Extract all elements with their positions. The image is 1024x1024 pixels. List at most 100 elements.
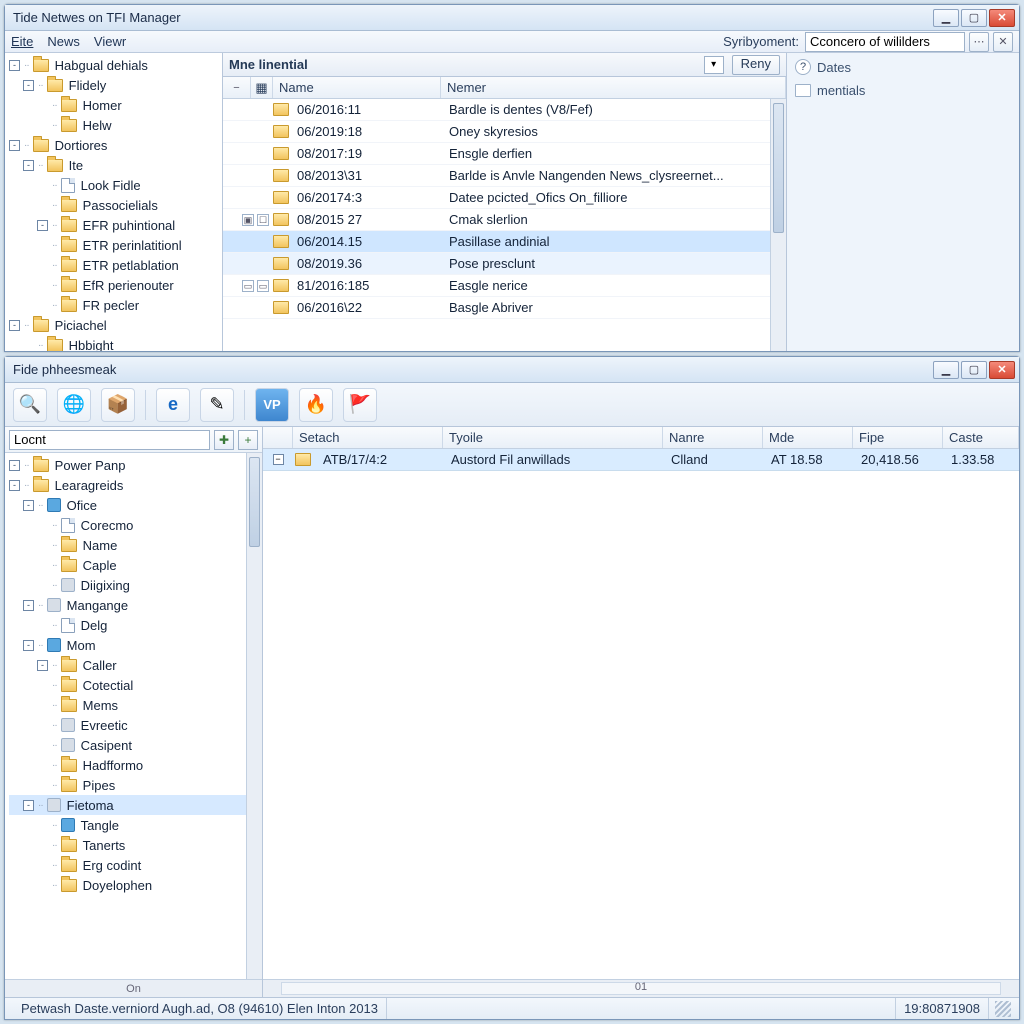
row-marker-icon[interactable]: ▭: [242, 280, 254, 292]
row-marker-icon[interactable]: ☐: [257, 214, 269, 226]
bottom-titlebar[interactable]: Fide phheesmeak ▁ ▢ ✕: [5, 357, 1019, 383]
tree-node[interactable]: ··Hadfformo: [9, 755, 262, 775]
fire-icon[interactable]: 🔥: [299, 388, 333, 422]
top-tree[interactable]: -··Habgual dehials-··Flidely··Homer··Hel…: [5, 53, 223, 351]
tree-node[interactable]: ··Helw: [9, 115, 222, 135]
minimize-button[interactable]: ▁: [933, 361, 959, 379]
tree-expand-toggle[interactable]: -: [9, 320, 20, 331]
tree-expand-toggle[interactable]: -: [23, 500, 34, 511]
tree-expand-toggle[interactable]: -: [23, 800, 34, 811]
search-icon[interactable]: 🔍: [13, 388, 47, 422]
bottom-right-hscroll[interactable]: 01: [263, 979, 1019, 997]
tree-node[interactable]: ··Cotectial: [9, 675, 262, 695]
tree-expand-toggle[interactable]: -: [23, 640, 34, 651]
tree-node[interactable]: -··Dortiores: [9, 135, 222, 155]
tree-node[interactable]: -··Learagreids: [9, 475, 262, 495]
tree-node[interactable]: ··Pipes: [9, 775, 262, 795]
bottom-tree[interactable]: -··Power Panp-··Learagreids-··Ofice··Cor…: [5, 453, 262, 979]
top-list-scrollbar[interactable]: [770, 99, 786, 351]
col-fipe[interactable]: Fipe: [853, 427, 943, 448]
bottom-tree-scrollbar[interactable]: [246, 453, 262, 979]
tree-expand-button[interactable]: +: [238, 430, 258, 450]
col-setach[interactable]: Setach: [293, 427, 443, 448]
globe-icon[interactable]: 🌐: [57, 388, 91, 422]
col-caste[interactable]: Caste: [943, 427, 1019, 448]
col-nanre[interactable]: Nanre: [663, 427, 763, 448]
icon-column-header[interactable]: ▦: [251, 77, 273, 98]
tree-node[interactable]: -··Ofice: [9, 495, 262, 515]
bottom-rows[interactable]: − ATB/17/4:2 Austord Fil anwillads Cllan…: [263, 449, 1019, 979]
tree-node[interactable]: ··Caple: [9, 555, 262, 575]
col-mde[interactable]: Mde: [763, 427, 853, 448]
table-row[interactable]: 08/2017:19Ensgle derfien: [223, 143, 786, 165]
table-row[interactable]: 08/2013\31Barlde is Anvle Nangenden News…: [223, 165, 786, 187]
menu-viewr[interactable]: Viewr: [94, 34, 126, 49]
table-row[interactable]: 06/2019:18Oney skyresios: [223, 121, 786, 143]
menu-eite[interactable]: Eite: [11, 34, 33, 49]
search-options-button[interactable]: ⋯: [969, 32, 989, 52]
table-row[interactable]: − ATB/17/4:2 Austord Fil anwillads Cllan…: [263, 449, 1019, 471]
tree-node[interactable]: ··Tangle: [9, 815, 262, 835]
reny-button[interactable]: Reny: [732, 55, 780, 75]
tree-node[interactable]: ··Look Fidle: [9, 175, 222, 195]
table-row[interactable]: ▭▭81/2016:185Easgle nerice: [223, 275, 786, 297]
row-marker-icon[interactable]: ▣: [242, 214, 254, 226]
tree-node[interactable]: ··Passocielials: [9, 195, 222, 215]
tree-node[interactable]: -··Flidely: [9, 75, 222, 95]
browser-icon[interactable]: e: [156, 388, 190, 422]
resize-grip-icon[interactable]: [995, 1001, 1011, 1017]
col-nemer[interactable]: Nemer: [441, 77, 786, 98]
col-tyoile[interactable]: Tyoile: [443, 427, 663, 448]
close-button[interactable]: ✕: [989, 361, 1015, 379]
tree-node[interactable]: ··ETR petlablation: [9, 255, 222, 275]
tree-node[interactable]: ··Corecmo: [9, 515, 262, 535]
table-row[interactable]: 06/20174:3Datee pcicted_Ofics On_fillior…: [223, 187, 786, 209]
close-button[interactable]: ✕: [989, 9, 1015, 27]
help-icon[interactable]: ?: [795, 59, 811, 75]
tree-search-input[interactable]: [9, 430, 210, 450]
tree-node[interactable]: -··Mom: [9, 635, 262, 655]
search-clear-button[interactable]: ✕: [993, 32, 1013, 52]
top-titlebar[interactable]: Tide Netwes on TFI Manager ▁ ▢ ✕: [5, 5, 1019, 31]
expand-column[interactable]: [263, 427, 293, 448]
maximize-button[interactable]: ▢: [961, 361, 987, 379]
table-row[interactable]: 06/2016:11Bardle is dentes (V8/Fef): [223, 99, 786, 121]
edit-icon[interactable]: ✎: [200, 388, 234, 422]
flag-icon[interactable]: 🚩: [343, 388, 377, 422]
table-row[interactable]: 06/2016\22Basgle Abriver: [223, 297, 786, 319]
tree-node[interactable]: ··EfR perienouter: [9, 275, 222, 295]
tree-node[interactable]: ··Erg codint: [9, 855, 262, 875]
tree-expand-toggle[interactable]: -: [37, 220, 48, 231]
tree-node[interactable]: -··Fietoma: [9, 795, 262, 815]
tree-node[interactable]: ··Homer: [9, 95, 222, 115]
tree-expand-toggle[interactable]: -: [9, 60, 20, 71]
tree-node[interactable]: -··Power Panp: [9, 455, 262, 475]
tree-expand-toggle[interactable]: -: [9, 460, 20, 471]
tree-expand-toggle[interactable]: -: [9, 140, 20, 151]
row-marker-icon[interactable]: ▭: [257, 280, 269, 292]
tree-node[interactable]: ··Evreetic: [9, 715, 262, 735]
tree-node[interactable]: ··Casipent: [9, 735, 262, 755]
package-icon[interactable]: 📦: [101, 388, 135, 422]
tree-node[interactable]: ··ETR perinlatitionl: [9, 235, 222, 255]
tree-node[interactable]: -··EFR puhintional: [9, 215, 222, 235]
tree-add-button[interactable]: ✚: [214, 430, 234, 450]
tree-node[interactable]: ··Name: [9, 535, 262, 555]
search-input[interactable]: [805, 32, 965, 52]
tree-expand-toggle[interactable]: -: [23, 80, 34, 91]
table-row[interactable]: 06/2014.15Pasillase andinial: [223, 231, 786, 253]
tree-node[interactable]: ··Delg: [9, 615, 262, 635]
tree-node[interactable]: -··Mangange: [9, 595, 262, 615]
table-row[interactable]: 08/2019.36Pose presclunt: [223, 253, 786, 275]
tree-node[interactable]: ··Doyelophen: [9, 875, 262, 895]
tree-expand-toggle[interactable]: -: [9, 480, 20, 491]
side-mentials-label[interactable]: mentials: [817, 83, 865, 98]
tree-node[interactable]: ··Diigixing: [9, 575, 262, 595]
tree-node[interactable]: -··Ite: [9, 155, 222, 175]
table-row[interactable]: ▣☐08/2015 27Cmak slerlion: [223, 209, 786, 231]
row-expand-toggle[interactable]: −: [273, 454, 284, 465]
list-dropdown-button[interactable]: ▾: [704, 56, 724, 74]
tree-expand-toggle[interactable]: -: [23, 160, 34, 171]
tree-node[interactable]: ··Hbbight: [9, 335, 222, 351]
bottom-tree-hscroll[interactable]: On: [5, 979, 262, 997]
